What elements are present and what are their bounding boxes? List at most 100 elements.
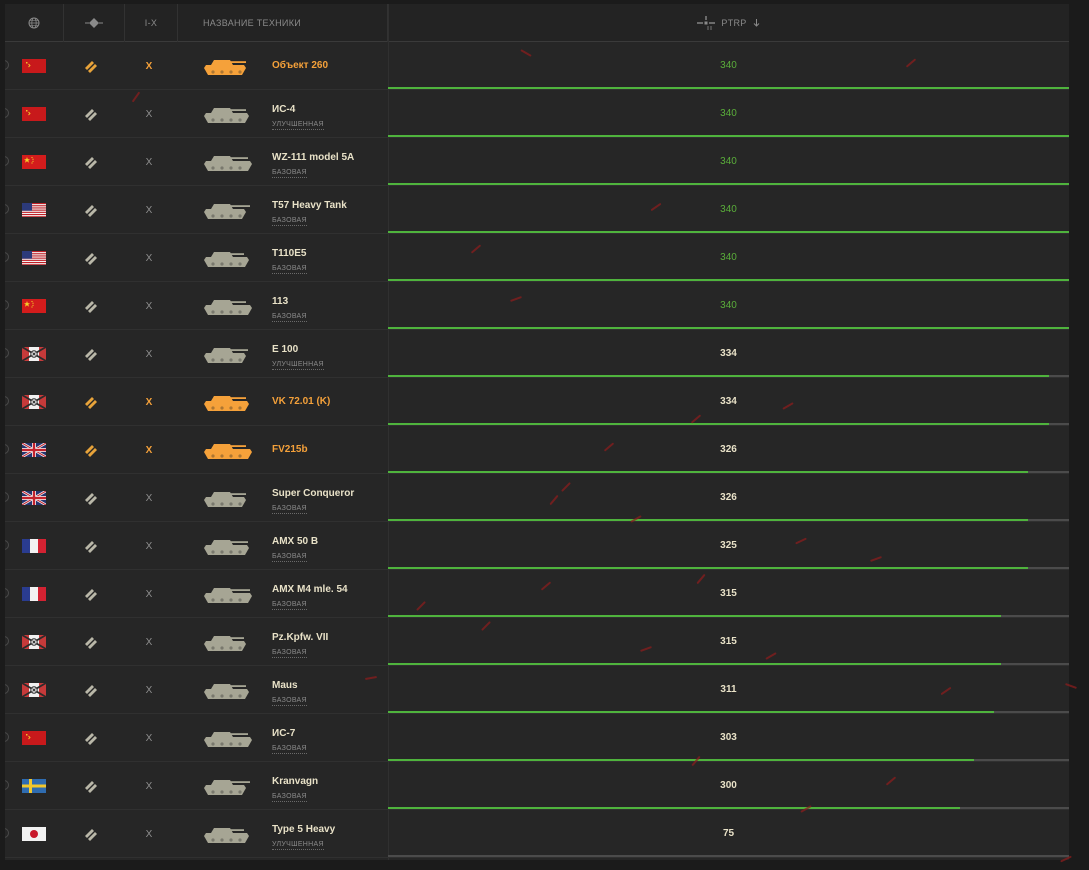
vehicle-name[interactable]: Type 5 Heavy [272, 824, 335, 835]
vehicle-comparison-table: I-X НАЗВАНИЕ ТЕХНИКИ PTRP X Объект 260 3… [5, 4, 1069, 860]
vehicle-name[interactable]: FV215b [272, 444, 308, 455]
row-radio[interactable] [5, 396, 9, 406]
heavy-tank-icon [83, 538, 99, 554]
row-radio[interactable] [5, 828, 9, 838]
tier-label: X [145, 780, 153, 792]
stat-value: 334 [720, 347, 737, 359]
stat-bar-fill [388, 279, 1069, 281]
tank-silhouette-icon [200, 774, 256, 798]
tier-label: X [145, 396, 153, 408]
configuration-label[interactable]: БАЗОВАЯ [272, 217, 307, 226]
stat-bar-fill [388, 87, 1069, 89]
vehicle-name[interactable]: E 100 [272, 344, 298, 355]
vehicle-name[interactable]: T110E5 [272, 248, 306, 259]
table-row[interactable]: X AMX M4 mle. 54 БАЗОВАЯ 315 [5, 570, 1069, 618]
nation-flag-icon [22, 251, 46, 265]
vehicle-name[interactable]: AMX 50 B [272, 536, 318, 547]
vehicle-name[interactable]: WZ-111 model 5A [272, 152, 354, 163]
stat-value: 340 [720, 251, 737, 263]
configuration-label[interactable]: БАЗОВАЯ [272, 265, 307, 274]
stat-value: 340 [720, 59, 737, 71]
tier-label: X [145, 108, 153, 120]
table-row[interactable]: X Super Conqueror БАЗОВАЯ 326 [5, 474, 1069, 522]
vehicle-name[interactable]: Pz.Kpfw. VII [272, 632, 328, 643]
nation-flag-icon [22, 587, 46, 601]
configuration-label[interactable]: УЛУЧШЕННАЯ [272, 841, 324, 850]
vehicle-name[interactable]: Kranvagn [272, 776, 318, 787]
stat-bar-fill [388, 519, 1029, 521]
configuration-label[interactable]: БАЗОВАЯ [272, 169, 307, 178]
nation-flag-icon [22, 491, 46, 505]
configuration-label[interactable]: УЛУЧШЕННАЯ [272, 121, 324, 130]
globe-icon [28, 17, 40, 29]
vehicle-name[interactable]: ИС-4 [272, 104, 295, 115]
vehicle-name[interactable]: ИС-7 [272, 728, 295, 739]
tank-silhouette-icon [200, 150, 256, 174]
role-column-header[interactable] [64, 4, 125, 42]
configuration-label[interactable]: БАЗОВАЯ [272, 313, 307, 322]
vehicle-name[interactable]: VK 72.01 (K) [272, 396, 330, 407]
table-row[interactable]: X Maus БАЗОВАЯ 311 [5, 666, 1069, 714]
table-row[interactable]: X ИС-7 БАЗОВАЯ 303 [5, 714, 1069, 762]
configuration-label[interactable]: БАЗОВАЯ [272, 553, 307, 562]
tier-label: X [145, 492, 153, 504]
configuration-label[interactable]: БАЗОВАЯ [272, 697, 307, 706]
table-row[interactable]: X Kranvagn БАЗОВАЯ 300 [5, 762, 1069, 810]
stat-bar [388, 135, 1069, 137]
nation-flag-icon [22, 731, 46, 745]
row-radio[interactable] [5, 300, 9, 310]
row-radio[interactable] [5, 60, 9, 70]
stat-column-header[interactable]: PTRP [388, 4, 1069, 42]
tank-silhouette-icon [200, 438, 256, 462]
table-row[interactable]: X 113 БАЗОВАЯ 340 [5, 282, 1069, 330]
configuration-label[interactable]: БАЗОВАЯ [272, 745, 307, 754]
row-radio[interactable] [5, 588, 9, 598]
configuration-label[interactable]: БАЗОВАЯ [272, 505, 307, 514]
table-row[interactable]: X Type 5 Heavy УЛУЧШЕННАЯ 75 [5, 810, 1069, 858]
heavy-tank-icon [83, 298, 99, 314]
row-radio[interactable] [5, 780, 9, 790]
row-radio[interactable] [5, 156, 9, 166]
row-radio[interactable] [5, 636, 9, 646]
vehicle-name[interactable]: Объект 260 [272, 60, 328, 71]
row-radio[interactable] [5, 252, 9, 262]
row-radio[interactable] [5, 732, 9, 742]
stat-bar [388, 183, 1069, 185]
table-row[interactable]: X WZ-111 model 5A БАЗОВАЯ 340 [5, 138, 1069, 186]
table-row[interactable]: X Pz.Kpfw. VII БАЗОВАЯ 315 [5, 618, 1069, 666]
row-radio[interactable] [5, 684, 9, 694]
table-row[interactable]: X FV215b 326 [5, 426, 1069, 474]
configuration-label[interactable]: БАЗОВАЯ [272, 793, 307, 802]
table-row[interactable]: X Объект 260 340 [5, 42, 1069, 90]
vehicle-name[interactable]: 113 [272, 296, 288, 307]
tank-silhouette-icon [200, 294, 256, 318]
name-column-header[interactable]: НАЗВАНИЕ ТЕХНИКИ [178, 4, 388, 42]
vehicle-name[interactable]: T57 Heavy Tank [272, 200, 347, 211]
nation-column-header[interactable] [5, 4, 64, 42]
table-row[interactable]: X ИС-4 УЛУЧШЕННАЯ 340 [5, 90, 1069, 138]
nation-flag-icon [22, 779, 46, 793]
table-row[interactable]: X AMX 50 B БАЗОВАЯ 325 [5, 522, 1069, 570]
nation-flag-icon [22, 347, 46, 361]
configuration-label[interactable]: БАЗОВАЯ [272, 649, 307, 658]
row-radio[interactable] [5, 204, 9, 214]
configuration-label[interactable]: УЛУЧШЕННАЯ [272, 361, 324, 370]
row-radio[interactable] [5, 108, 9, 118]
configuration-label[interactable]: БАЗОВАЯ [272, 601, 307, 610]
tier-column-header[interactable]: I-X [125, 4, 178, 42]
heavy-tank-icon [83, 634, 99, 650]
vehicle-name[interactable]: Maus [272, 680, 298, 691]
table-row[interactable]: X T110E5 БАЗОВАЯ 340 [5, 234, 1069, 282]
vehicle-name[interactable]: AMX M4 mle. 54 [272, 584, 348, 595]
tier-label: X [145, 348, 153, 360]
row-radio[interactable] [5, 540, 9, 550]
row-radio[interactable] [5, 348, 9, 358]
nation-flag-icon [22, 107, 46, 121]
table-row[interactable]: X VK 72.01 (K) 334 [5, 378, 1069, 426]
stat-bar [388, 855, 1069, 857]
table-row[interactable]: X E 100 УЛУЧШЕННАЯ 334 [5, 330, 1069, 378]
row-radio[interactable] [5, 492, 9, 502]
vehicle-name[interactable]: Super Conqueror [272, 488, 354, 499]
table-row[interactable]: X T57 Heavy Tank БАЗОВАЯ 340 [5, 186, 1069, 234]
row-radio[interactable] [5, 444, 9, 454]
